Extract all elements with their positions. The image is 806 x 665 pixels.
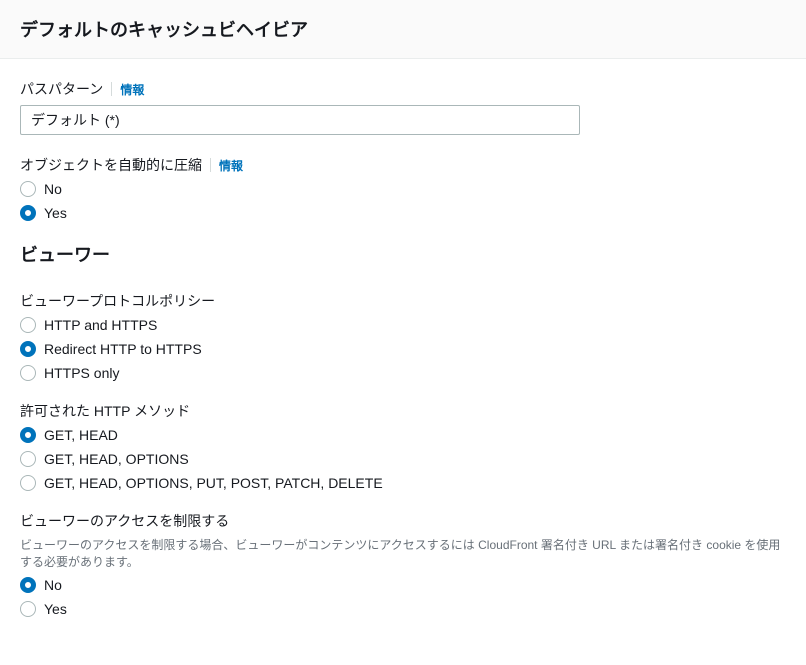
- http-methods-all-label: GET, HEAD, OPTIONS, PUT, POST, PATCH, DE…: [44, 475, 383, 491]
- http-methods-get-head-label: GET, HEAD: [44, 427, 118, 443]
- protocol-radio-http-and-https[interactable]: HTTP and HTTPS: [20, 317, 786, 333]
- protocol-policy-label-row: ビューワープロトコルポリシー: [20, 291, 786, 311]
- restrict-access-radio-group: No Yes: [20, 577, 786, 617]
- http-methods-radio-group: GET, HEAD GET, HEAD, OPTIONS GET, HEAD, …: [20, 427, 786, 491]
- http-methods-get-head-options-label: GET, HEAD, OPTIONS: [44, 451, 189, 467]
- protocol-policy-radio-group: HTTP and HTTPS Redirect HTTP to HTTPS HT…: [20, 317, 786, 381]
- compress-label-row: オブジェクトを自動的に圧縮 情報: [20, 155, 786, 175]
- protocol-radio-redirect[interactable]: Redirect HTTP to HTTPS: [20, 341, 786, 357]
- radio-icon: [20, 317, 36, 333]
- compress-no-label: No: [44, 181, 62, 197]
- panel-body: パスパターン 情報 オブジェクトを自動的に圧縮 情報 No Yes ビューワー: [0, 59, 806, 657]
- restrict-access-no-label: No: [44, 577, 62, 593]
- protocol-policy-label: ビューワープロトコルポリシー: [20, 291, 215, 311]
- panel-header: デフォルトのキャッシュビヘイビア: [0, 0, 806, 59]
- restrict-access-radio-yes[interactable]: Yes: [20, 601, 786, 617]
- restrict-access-field: ビューワーのアクセスを制限する ビューワーのアクセスを制限する場合、ビューワーが…: [20, 511, 786, 617]
- radio-icon: [20, 427, 36, 443]
- protocol-http-and-https-label: HTTP and HTTPS: [44, 317, 157, 333]
- restrict-access-radio-no[interactable]: No: [20, 577, 786, 593]
- compress-radio-yes[interactable]: Yes: [20, 205, 786, 221]
- path-pattern-label-row: パスパターン 情報: [20, 79, 786, 99]
- radio-icon: [20, 451, 36, 467]
- divider: [210, 158, 211, 172]
- compress-radio-group: No Yes: [20, 181, 786, 221]
- panel-title: デフォルトのキャッシュビヘイビア: [20, 16, 786, 42]
- protocol-policy-field: ビューワープロトコルポリシー HTTP and HTTPS Redirect H…: [20, 291, 786, 381]
- compress-yes-label: Yes: [44, 205, 67, 221]
- http-methods-radio-get-head-options[interactable]: GET, HEAD, OPTIONS: [20, 451, 786, 467]
- restrict-access-label-row: ビューワーのアクセスを制限する: [20, 511, 786, 531]
- path-pattern-field: パスパターン 情報: [20, 79, 786, 135]
- protocol-radio-https-only[interactable]: HTTPS only: [20, 365, 786, 381]
- compress-radio-no[interactable]: No: [20, 181, 786, 197]
- http-methods-radio-all[interactable]: GET, HEAD, OPTIONS, PUT, POST, PATCH, DE…: [20, 475, 786, 491]
- radio-icon: [20, 365, 36, 381]
- radio-icon: [20, 341, 36, 357]
- divider: [111, 82, 112, 96]
- restrict-access-help-text: ビューワーのアクセスを制限する場合、ビューワーがコンテンツにアクセスするには C…: [20, 537, 786, 571]
- protocol-https-only-label: HTTPS only: [44, 365, 119, 381]
- path-pattern-input[interactable]: [20, 105, 580, 135]
- viewer-section-title: ビューワー: [20, 241, 786, 267]
- restrict-access-label: ビューワーのアクセスを制限する: [20, 511, 229, 531]
- protocol-redirect-label: Redirect HTTP to HTTPS: [44, 341, 202, 357]
- compress-field: オブジェクトを自動的に圧縮 情報 No Yes: [20, 155, 786, 221]
- http-methods-field: 許可された HTTP メソッド GET, HEAD GET, HEAD, OPT…: [20, 401, 786, 491]
- radio-icon: [20, 181, 36, 197]
- radio-icon: [20, 601, 36, 617]
- radio-icon: [20, 577, 36, 593]
- path-pattern-label: パスパターン: [20, 79, 103, 99]
- compress-label: オブジェクトを自動的に圧縮: [20, 155, 202, 175]
- radio-icon: [20, 475, 36, 491]
- http-methods-radio-get-head[interactable]: GET, HEAD: [20, 427, 786, 443]
- http-methods-label-row: 許可された HTTP メソッド: [20, 401, 786, 421]
- http-methods-label: 許可された HTTP メソッド: [20, 401, 190, 421]
- restrict-access-yes-label: Yes: [44, 601, 67, 617]
- radio-icon: [20, 205, 36, 221]
- compress-info-link[interactable]: 情報: [219, 157, 243, 174]
- path-pattern-info-link[interactable]: 情報: [120, 81, 144, 98]
